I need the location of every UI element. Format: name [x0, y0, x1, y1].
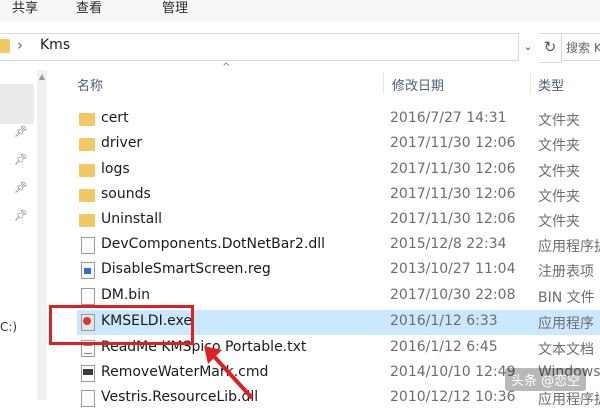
file-type: 文件夹: [538, 138, 580, 154]
file-name: DisableSmartScreen.reg: [101, 261, 271, 277]
bin-file-icon: [81, 288, 95, 305]
file-date: 2014/10/10 12:49: [390, 364, 516, 380]
file-date: 2010/12/12 10:36: [390, 389, 516, 405]
file-type: 文件夹: [538, 164, 580, 180]
file-date: 2017/10/30 22:08: [390, 287, 516, 303]
folder-icon: [79, 214, 95, 227]
refresh-button[interactable]: ↻: [539, 33, 562, 63]
file-type: 应用程序扩: [538, 392, 600, 408]
ribbon-tabs: 共享 查看 管理: [0, 0, 600, 23]
column-header-type[interactable]: 类型: [538, 75, 564, 103]
file-date: 2013/10/27 11:04: [390, 261, 516, 277]
sort-ascending-icon: ^: [222, 62, 231, 73]
watermark: 头条 @恋空: [505, 368, 587, 391]
highlight-box: [49, 305, 194, 345]
file-date: 2017/11/30 12:06: [390, 161, 516, 177]
refresh-icon: ↻: [543, 38, 557, 56]
scroll-up-icon[interactable]: ▲: [38, 72, 46, 86]
annotation-arrow-icon: [204, 346, 254, 400]
address-bar[interactable]: › Kms: [0, 33, 519, 61]
file-type: 应用程序扩: [538, 239, 600, 255]
file-type: 文件夹: [538, 214, 580, 230]
nav-selected-item[interactable]: [0, 84, 34, 124]
file-date: 2016/7/27 14:31: [390, 110, 507, 126]
folder-icon: [79, 138, 95, 151]
tab-share[interactable]: 共享: [12, 0, 38, 22]
file-date: 2017/11/30 12:06: [390, 211, 516, 227]
folder-icon: [0, 39, 10, 53]
file-date: 2016/1/12 6:33: [390, 313, 498, 329]
file-type: BIN 文件: [538, 290, 595, 306]
column-header-name[interactable]: 名称: [77, 75, 103, 103]
file-type: 注册表项: [538, 264, 594, 280]
file-row[interactable]: sounds 2017/11/30 12:06 文件夹: [77, 183, 600, 208]
file-row[interactable]: logs 2017/11/30 12:06 文件夹: [77, 158, 600, 183]
pin-icon[interactable]: 📌︎: [14, 125, 28, 138]
folder-icon: [79, 113, 95, 126]
tab-manage[interactable]: 管理: [162, 0, 188, 22]
file-name: cert: [101, 110, 129, 126]
file-row[interactable]: Uninstall 2017/11/30 12:06 文件夹: [77, 208, 600, 233]
column-divider[interactable]: [383, 72, 384, 94]
file-date: 2015/12/8 22:34: [390, 236, 507, 252]
file-row[interactable]: driver 2017/11/30 12:06 文件夹: [77, 132, 600, 157]
folder-icon: [79, 164, 95, 177]
address-dropdown-chevron-icon[interactable]: ⌄: [519, 33, 537, 61]
breadcrumb-chevron-icon[interactable]: ›: [17, 36, 23, 54]
dll-file-icon: [81, 237, 95, 254]
folder-icon: [79, 189, 95, 202]
file-name: logs: [101, 161, 130, 177]
dll-file-icon: [81, 390, 95, 407]
file-date: 2017/11/30 12:06: [390, 186, 516, 202]
pin-icon[interactable]: 📌︎: [14, 153, 28, 166]
file-type: 文件夹: [538, 113, 580, 129]
file-type: 文件夹: [538, 189, 580, 205]
search-input[interactable]: 搜索 Kms: [561, 33, 600, 61]
file-name: sounds: [101, 186, 151, 202]
column-divider[interactable]: [530, 72, 531, 94]
file-date: 2016/1/12 6:45: [390, 339, 498, 355]
nav-drive-label[interactable]: C:): [0, 320, 17, 334]
breadcrumb-kms[interactable]: Kms: [40, 37, 70, 53]
pin-icon[interactable]: 📌︎: [14, 181, 28, 194]
file-name: Uninstall: [101, 211, 163, 227]
file-name: driver: [101, 135, 143, 151]
file-row[interactable]: cert 2016/7/27 14:31 文件夹: [77, 107, 600, 132]
cmd-file-icon: [81, 365, 95, 382]
file-type: 文本文档: [538, 342, 594, 358]
file-date: 2017/11/30 12:06: [390, 135, 516, 151]
search-placeholder: 搜索 Kms: [566, 41, 600, 55]
file-name: DM.bin: [101, 287, 150, 303]
file-row[interactable]: DisableSmartScreen.reg 2013/10/27 11:04 …: [77, 258, 600, 283]
tab-view[interactable]: 查看: [76, 0, 102, 22]
column-header-date[interactable]: 修改日期: [392, 75, 444, 103]
nav-scrollbar[interactable]: ▲: [37, 70, 47, 400]
file-name: DevComponents.DotNetBar2.dll: [101, 236, 326, 252]
file-type: 应用程序: [538, 316, 594, 332]
file-row[interactable]: DevComponents.DotNetBar2.dll 2015/12/8 2…: [77, 233, 600, 258]
registry-file-icon: [81, 262, 95, 279]
pin-icon[interactable]: 📌︎: [14, 209, 28, 222]
